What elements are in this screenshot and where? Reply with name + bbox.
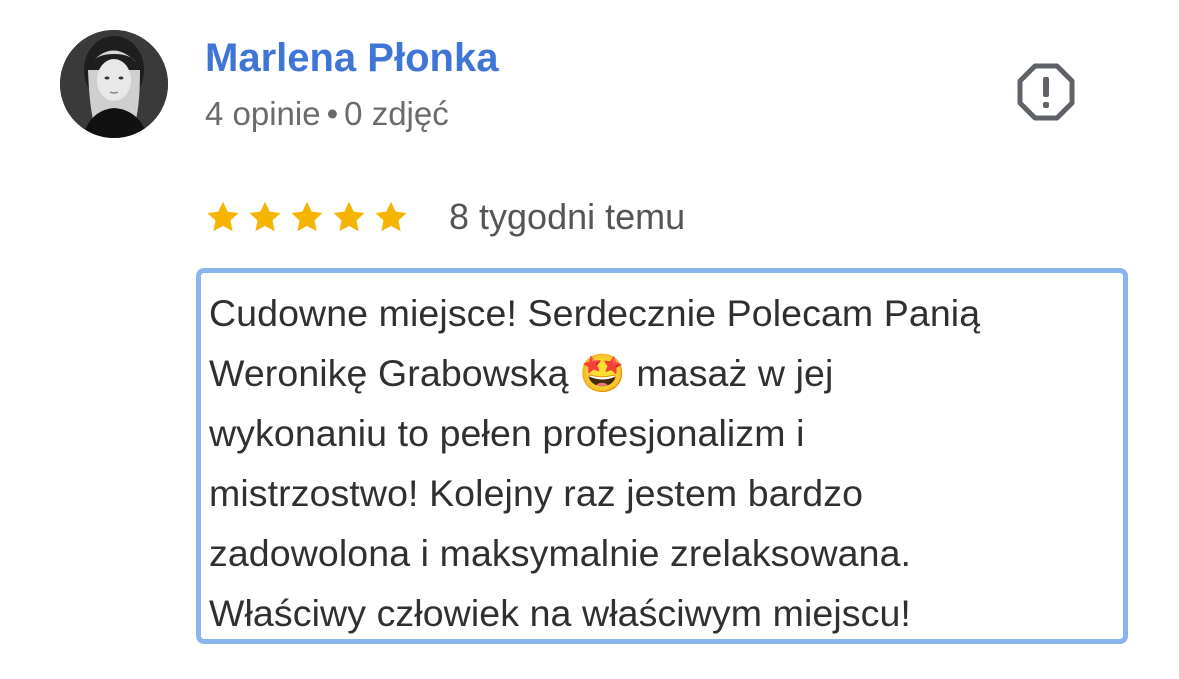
report-review-button[interactable] <box>1016 62 1076 122</box>
review-text-box: Cudowne miejsce! Serdecznie Polecam Pani… <box>196 268 1128 644</box>
meta-separator: • <box>326 95 339 132</box>
avatar[interactable] <box>60 30 168 138</box>
star-rating <box>205 199 409 235</box>
photos-count: 0 zdjęć <box>344 95 449 132</box>
star-icon <box>291 201 323 232</box>
avatar-photo <box>60 30 168 138</box>
rating-row: 8 tygodni temu <box>205 192 685 242</box>
review-text: Cudowne miejsce! Serdecznie Polecam Pani… <box>209 292 981 634</box>
reviewer-meta: 4 opinie • 0 zdjęć <box>205 94 449 134</box>
reviews-count: 4 opinie <box>205 95 321 132</box>
report-octagon-icon <box>1017 63 1075 121</box>
star-icon <box>207 201 239 232</box>
star-icon <box>375 201 407 232</box>
star-icon <box>249 201 281 232</box>
star-icon <box>333 201 365 232</box>
reviewer-name[interactable]: Marlena Płonka <box>205 34 498 82</box>
review-date: 8 tygodni temu <box>449 196 686 237</box>
